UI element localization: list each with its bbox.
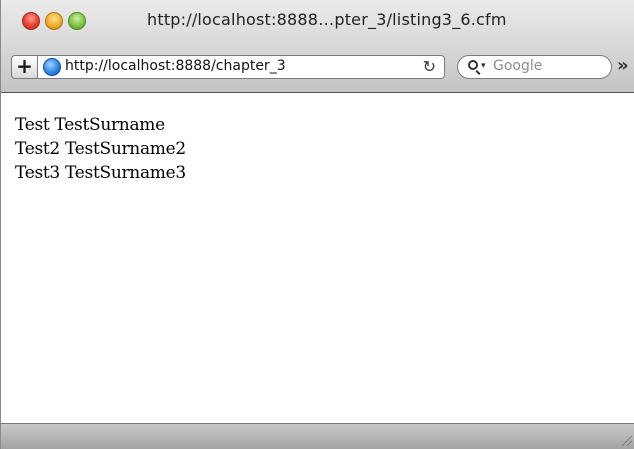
search-field[interactable]: ▾ Google <box>457 55 612 79</box>
search-icon[interactable] <box>468 60 478 70</box>
address-bar-url[interactable]: http://localhost:8888/chapter_3 <box>65 58 286 74</box>
status-bar <box>1 423 634 449</box>
add-bookmark-button[interactable]: + <box>11 55 37 79</box>
list-item: Test2 TestSurname2 <box>15 139 186 159</box>
globe-icon <box>43 58 61 76</box>
title-toolbar-area: http://localhost:8888…pter_3/listing3_6.… <box>1 0 634 93</box>
search-dropdown-icon[interactable]: ▾ <box>481 61 486 71</box>
address-bar[interactable]: http://localhost:8888/chapter_3 ↻ <box>37 55 445 79</box>
page-content: Test TestSurname Test2 TestSurname2 Test… <box>1 93 634 423</box>
list-item: Test TestSurname <box>15 115 165 135</box>
list-item: Test3 TestSurname3 <box>15 163 186 183</box>
search-placeholder[interactable]: Google <box>493 58 542 74</box>
window-title: http://localhost:8888…pter_3/listing3_6.… <box>147 10 507 29</box>
resize-grip-icon[interactable] <box>622 436 632 446</box>
close-window-button[interactable] <box>22 12 40 30</box>
toolbar-overflow-button[interactable]: » <box>617 56 629 76</box>
zoom-window-button[interactable] <box>68 12 86 30</box>
reload-icon[interactable]: ↻ <box>423 56 436 78</box>
record-list: Test TestSurname Test2 TestSurname2 Test… <box>15 113 186 185</box>
browser-window: http://localhost:8888…pter_3/listing3_6.… <box>0 0 634 449</box>
minimize-window-button[interactable] <box>45 12 63 30</box>
